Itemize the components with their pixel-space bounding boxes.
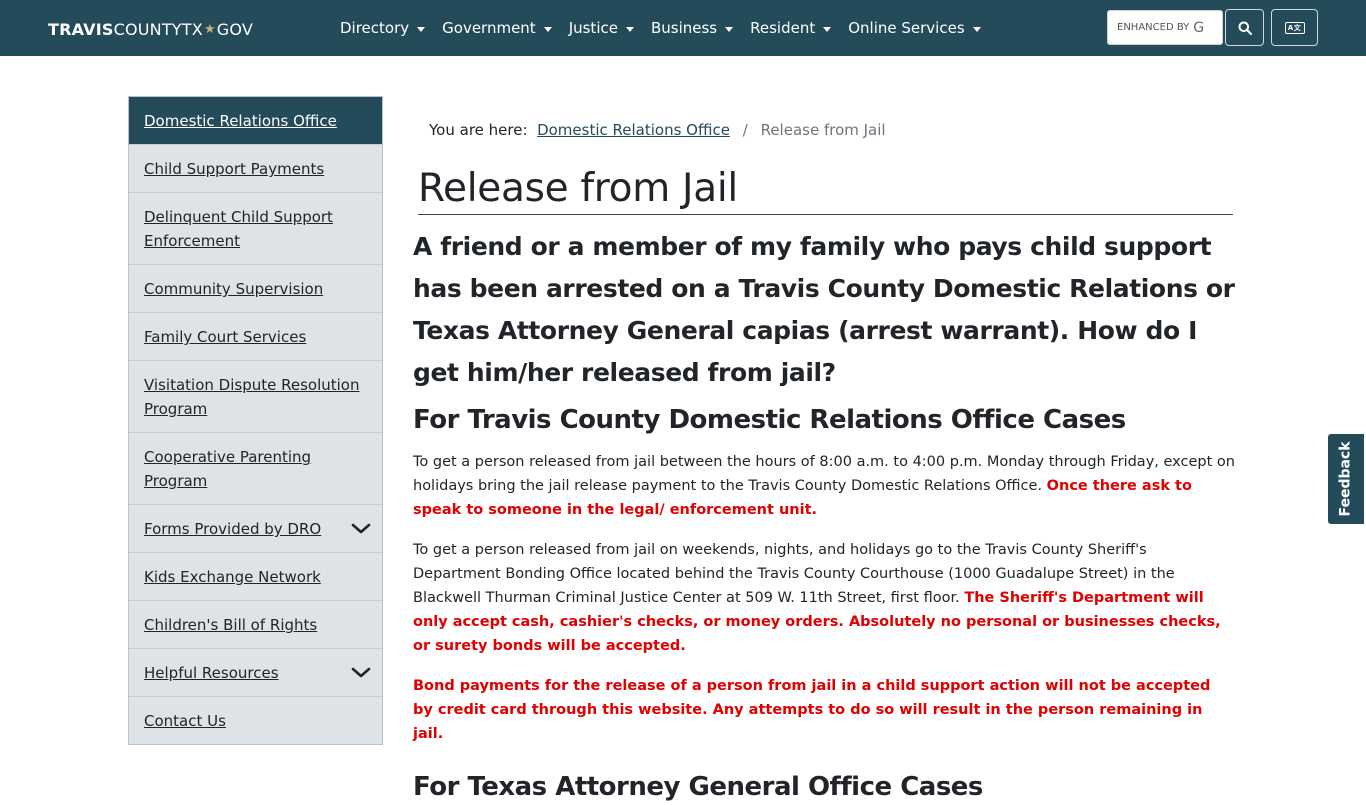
paragraph-alert-text: Bond payments for the release of a perso…: [413, 678, 1211, 742]
paragraph-weekend-release: To get a person released from jail on we…: [413, 538, 1235, 658]
sidebar-item-label: Helpful Resources: [144, 664, 279, 682]
question-heading: A friend or a member of my family who pa…: [413, 232, 1235, 387]
breadcrumb-current: Release from Jail: [760, 121, 886, 139]
paragraph-bond-payment-warning: Bond payments for the release of a perso…: [413, 674, 1235, 746]
caret-down-icon: [972, 26, 981, 32]
main-content: A friend or a member of my family who pa…: [413, 226, 1235, 805]
sidebar-item-visitation-dispute[interactable]: Visitation Dispute Resolution Program: [129, 360, 382, 432]
paragraph-weekday-release: To get a person released from jail betwe…: [413, 450, 1235, 522]
sidebar-item-label: Domestic Relations Office: [144, 112, 337, 130]
sidebar-item-label: Delinquent Child Support Enforcement: [144, 208, 333, 250]
caret-down-icon: [543, 26, 552, 32]
chevron-down-icon[interactable]: [350, 663, 372, 681]
sidebar-item-label: Child Support Payments: [144, 160, 325, 178]
sidebar-nav: Domestic Relations Office Child Support …: [128, 96, 383, 745]
sidebar-item-child-support-payments[interactable]: Child Support Payments: [129, 144, 382, 192]
top-navbar: TRAVIS COUNTY TX ★ GOV Directory Government …: [0, 0, 1366, 56]
caret-down-icon: [417, 26, 426, 32]
sidebar-item-childrens-bill-of-rights[interactable]: Children's Bill of Rights: [129, 600, 382, 648]
sidebar-item-label: Children's Bill of Rights: [144, 616, 318, 634]
breadcrumb: You are here: Domestic Relations Office …: [429, 121, 886, 139]
caret-down-icon: [823, 26, 832, 32]
section-heading-ag-cases: For Texas Attorney General Office Cases: [413, 772, 983, 802]
sidebar-item-delinquent-child-support[interactable]: Delinquent Child Support Enforcement: [129, 192, 382, 264]
nav-label: Resident: [750, 19, 816, 37]
sidebar-item-cooperative-parenting[interactable]: Cooperative Parenting Program: [129, 432, 382, 504]
sidebar-item-label: Family Court Services: [144, 328, 307, 346]
main-nav: Directory Government Justice Business Re…: [340, 0, 998, 56]
sidebar-item-label: Contact Us: [144, 712, 226, 730]
page-title: Release from Jail: [418, 166, 1233, 215]
sidebar-item-family-court-services[interactable]: Family Court Services: [129, 312, 382, 360]
nav-resident[interactable]: Resident: [750, 19, 832, 37]
logo-text-county: COUNTY: [113, 19, 182, 39]
star-icon: ★: [203, 21, 216, 37]
logo-text-gov: GOV: [216, 19, 254, 39]
nav-directory[interactable]: Directory: [340, 19, 426, 37]
sidebar-item-label: Cooperative Parenting Program: [144, 448, 312, 490]
nav-label: Directory: [340, 19, 410, 37]
caret-down-icon: [725, 26, 734, 32]
site-logo[interactable]: TRAVIS COUNTY TX ★ GOV: [48, 19, 253, 39]
nav-label: Government: [442, 19, 536, 37]
search-icon: [1238, 21, 1252, 35]
sidebar-item-kids-exchange[interactable]: Kids Exchange Network: [129, 552, 382, 600]
sidebar-item-label: Community Supervision: [144, 280, 324, 298]
search-button[interactable]: [1225, 9, 1264, 46]
sidebar-item-community-supervision[interactable]: Community Supervision: [129, 264, 382, 312]
nav-government[interactable]: Government: [442, 19, 552, 37]
breadcrumb-separator: /: [742, 121, 748, 139]
feedback-label: Feedback: [1338, 441, 1354, 517]
sidebar-item-forms-provided[interactable]: Forms Provided by DRO: [129, 504, 382, 552]
sidebar-item-helpful-resources[interactable]: Helpful Resources: [129, 648, 382, 696]
nav-online-services[interactable]: Online Services: [848, 19, 981, 37]
translate-button[interactable]: A文: [1271, 9, 1318, 46]
search-input[interactable]: ENHANCED BY G: [1107, 10, 1223, 45]
nav-label: Online Services: [848, 19, 965, 37]
caret-down-icon: [625, 26, 634, 32]
nav-justice[interactable]: Justice: [569, 19, 634, 37]
nav-label: Business: [650, 19, 718, 37]
breadcrumb-prefix: You are here:: [429, 121, 528, 139]
chevron-down-icon[interactable]: [350, 519, 372, 537]
translate-icon: A文: [1284, 21, 1305, 34]
sidebar-item-label: Kids Exchange Network: [144, 568, 321, 586]
feedback-tab[interactable]: Feedback: [1328, 434, 1364, 524]
logo-text-tx: TX: [181, 19, 203, 39]
sidebar-item-label: Visitation Dispute Resolution Program: [144, 376, 360, 418]
section-heading-dro-cases: For Travis County Domestic Relations Off…: [413, 405, 1126, 435]
sidebar-item-label: Forms Provided by DRO: [144, 520, 322, 538]
sidebar-item-domestic-relations-office[interactable]: Domestic Relations Office: [129, 97, 382, 144]
breadcrumb-link-domestic-relations[interactable]: Domestic Relations Office: [537, 121, 730, 139]
logo-text-travis: TRAVIS: [48, 19, 114, 39]
nav-label: Justice: [568, 19, 618, 37]
google-brand-text: G: [1193, 19, 1205, 36]
search-placeholder: ENHANCED BY: [1117, 22, 1190, 33]
sidebar-item-contact-us[interactable]: Contact Us: [129, 696, 382, 744]
nav-business[interactable]: Business: [650, 19, 734, 37]
